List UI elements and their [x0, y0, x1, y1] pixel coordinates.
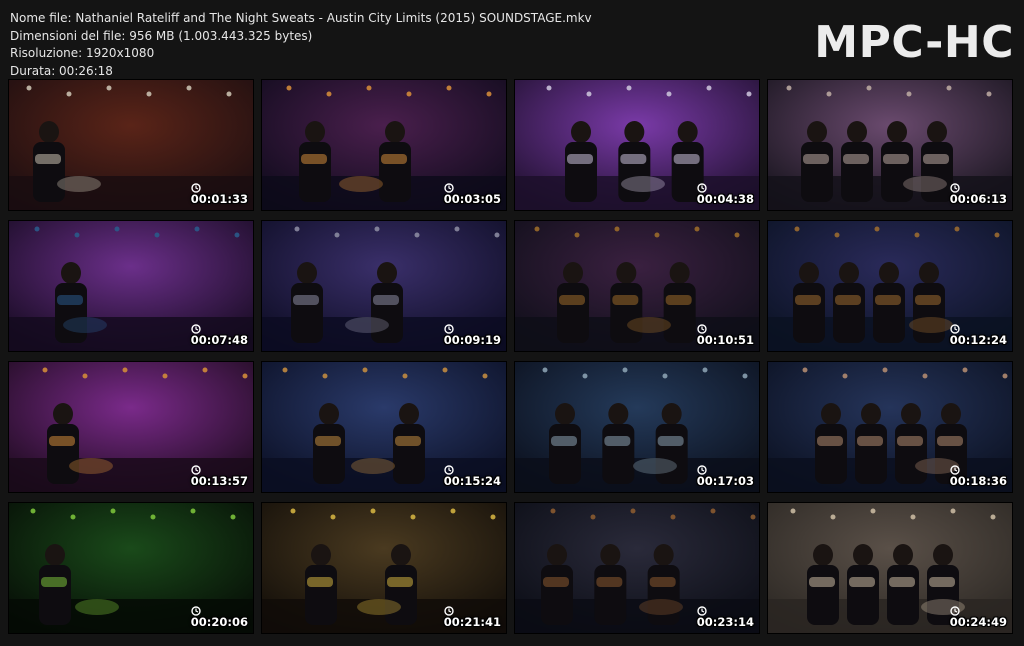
mpc-hc-logo: MPC-HC	[814, 17, 1014, 68]
thumbnail-timecode: 00:09:19	[443, 333, 501, 347]
duration-line: Durata: 00:26:18	[10, 63, 113, 78]
video-thumbnail: 00:06:13	[768, 80, 1012, 210]
thumbnail-timecode: 00:20:06	[190, 615, 248, 629]
thumbnail-scene	[262, 221, 506, 351]
video-thumbnail: 00:23:14	[515, 503, 759, 633]
video-thumbnail: 00:10:51	[515, 221, 759, 351]
thumbnail-scene	[9, 80, 253, 210]
thumbnail-timecode: 00:18:36	[949, 474, 1007, 488]
thumbnail-timecode: 00:15:24	[443, 474, 501, 488]
thumbnail-scene	[515, 362, 759, 492]
thumbnail-scene	[768, 221, 1012, 351]
thumbnail-timecode: 00:24:49	[949, 615, 1007, 629]
thumbnail-timecode: 00:13:57	[190, 474, 248, 488]
thumbnail-scene	[515, 221, 759, 351]
video-thumbnail: 00:18:36	[768, 362, 1012, 492]
thumbnail-scene	[768, 503, 1012, 633]
video-thumbnail: 00:07:48	[9, 221, 253, 351]
thumbnail-timecode: 00:01:33	[190, 192, 248, 206]
thumbnail-timecode: 00:12:24	[949, 333, 1007, 347]
thumbnail-scene	[768, 362, 1012, 492]
thumbnail-scene	[768, 80, 1012, 210]
file-size-line: Dimensioni del file: 956 MB (1.003.443.3…	[10, 28, 313, 43]
thumbnail-scene	[262, 362, 506, 492]
thumbnail-timecode: 00:23:14	[696, 615, 754, 629]
thumbnail-scene	[515, 80, 759, 210]
thumbnail-timecode: 00:07:48	[190, 333, 248, 347]
thumbnail-timecode: 00:04:38	[696, 192, 754, 206]
thumbnail-timecode: 00:06:13	[949, 192, 1007, 206]
video-thumbnail: 00:24:49	[768, 503, 1012, 633]
thumbnail-scene	[262, 503, 506, 633]
thumbnail-grid: 00:01:33 00:03:05 00:04:38 00:06:13 00:07:48…	[9, 80, 1012, 633]
video-thumbnail: 00:01:33	[9, 80, 253, 210]
video-thumbnail: 00:13:57	[9, 362, 253, 492]
resolution-line: Risoluzione: 1920x1080	[10, 46, 155, 60]
thumbnail-scene	[515, 503, 759, 633]
video-thumbnail: 00:03:05	[262, 80, 506, 210]
thumbnail-timecode: 00:10:51	[696, 333, 754, 347]
thumbnail-timecode: 00:17:03	[696, 474, 754, 488]
thumbnail-scene	[9, 362, 253, 492]
thumbnail-timecode: 00:21:41	[443, 615, 501, 629]
file-name-line: Nome file: Nathaniel Rateliff and The Ni…	[10, 11, 592, 25]
video-thumbnail: 00:04:38	[515, 80, 759, 210]
video-thumbnail: 00:12:24	[768, 221, 1012, 351]
video-thumbnail: 00:09:19	[262, 221, 506, 351]
video-thumbnail: 00:20:06	[9, 503, 253, 633]
video-thumbnail: 00:17:03	[515, 362, 759, 492]
thumbnail-timecode: 00:03:05	[443, 192, 501, 206]
thumbnail-scene	[262, 80, 506, 210]
video-thumbnail: 00:21:41	[262, 503, 506, 633]
file-info-panel: Nome file: Nathaniel Rateliff and The Ni…	[10, 10, 592, 80]
video-thumbnail: 00:15:24	[262, 362, 506, 492]
thumbnail-scene	[9, 503, 253, 633]
thumbnail-scene	[9, 221, 253, 351]
